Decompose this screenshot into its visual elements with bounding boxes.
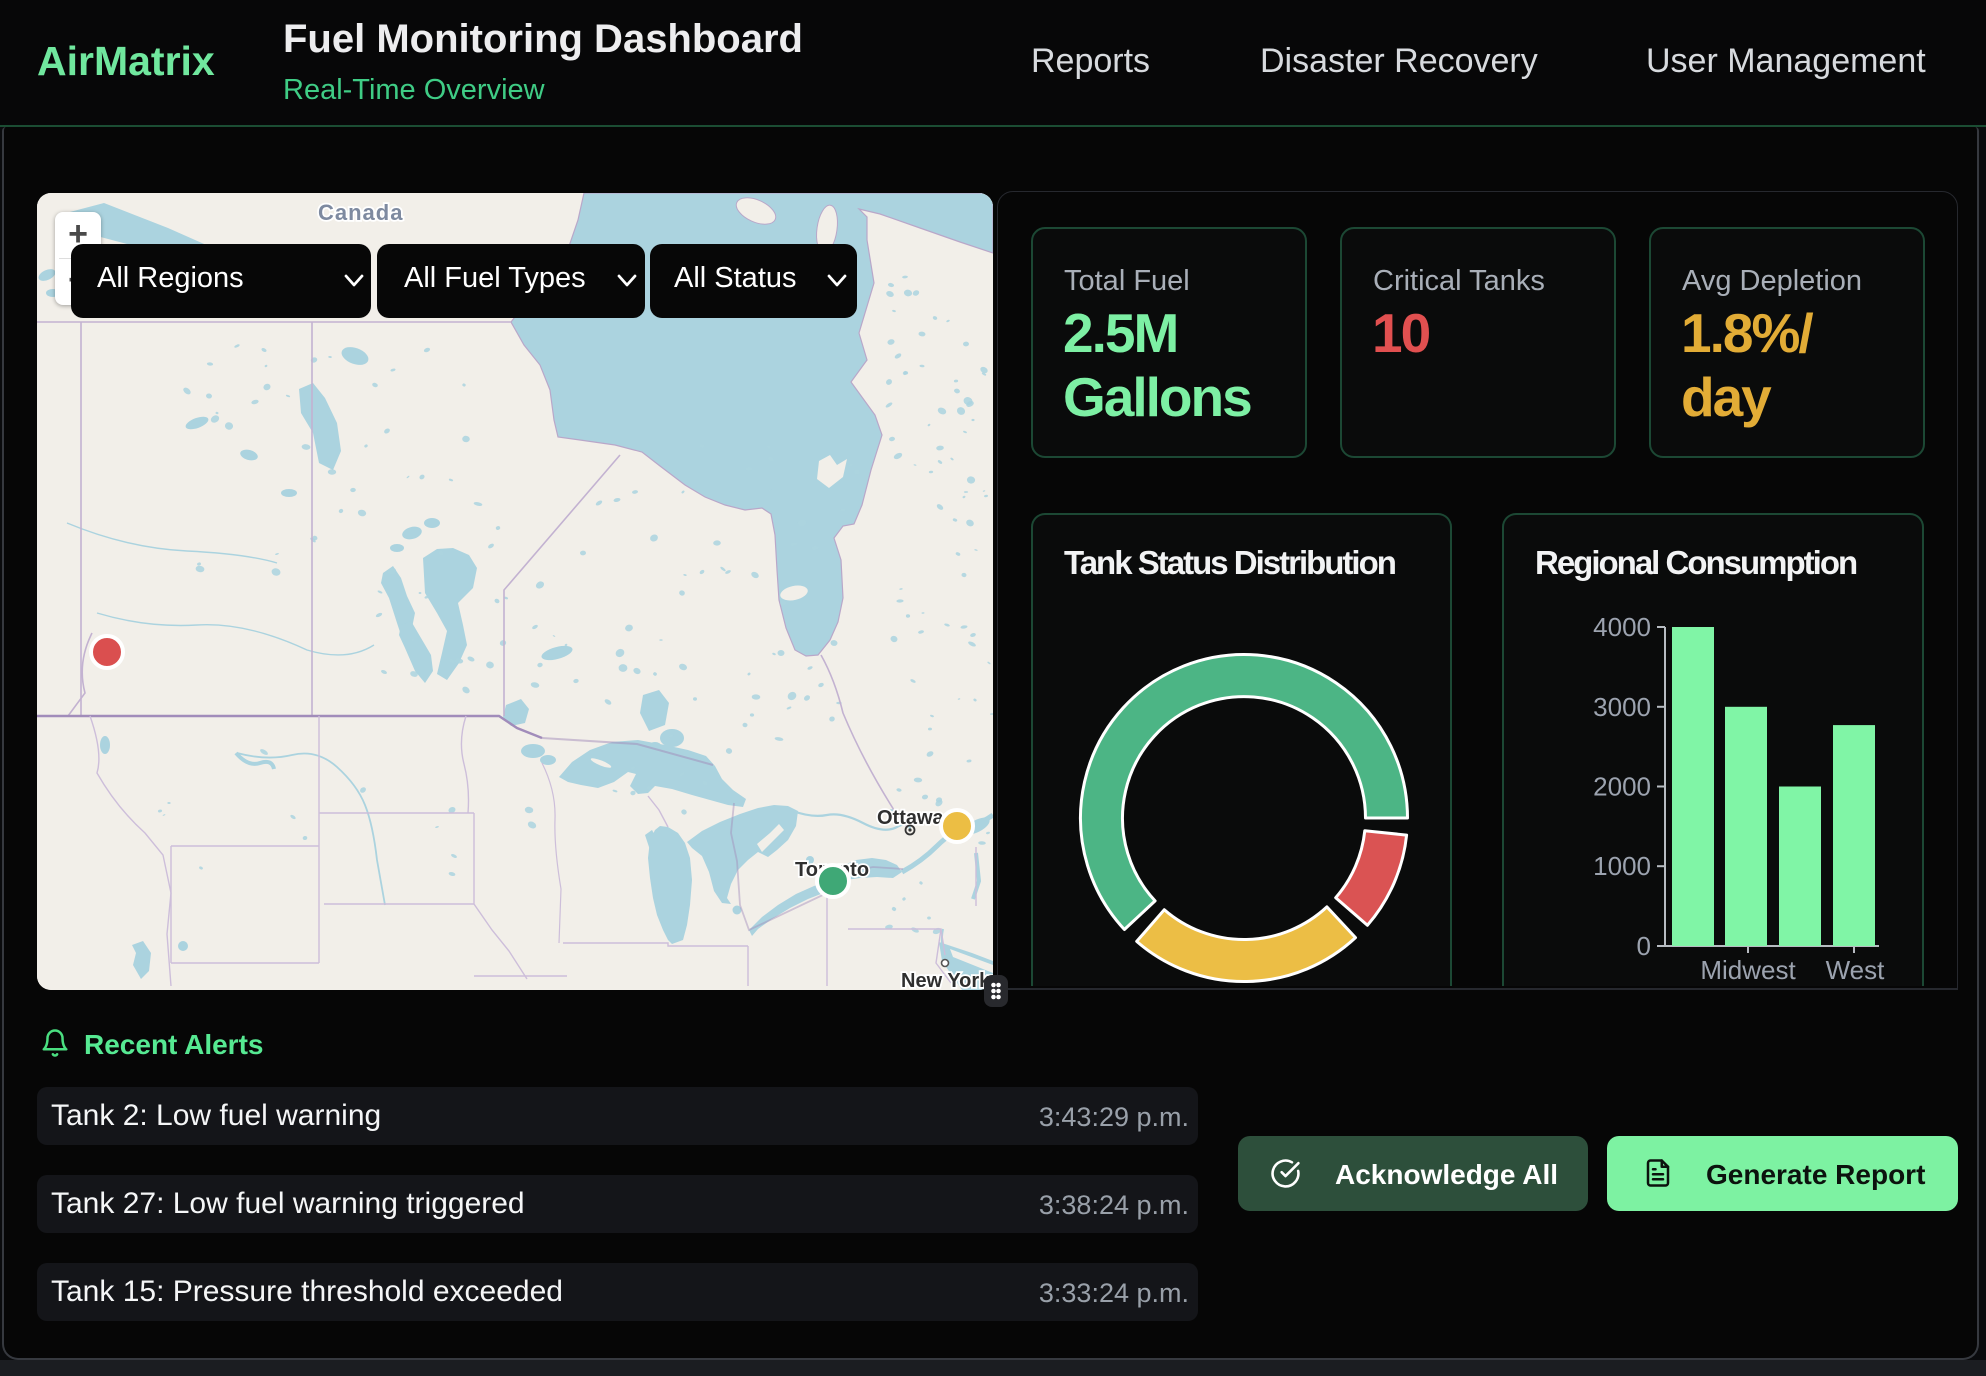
svg-text:4000: 4000 <box>1593 612 1651 642</box>
svg-text:0: 0 <box>1637 931 1651 961</box>
svg-text:Canada: Canada <box>318 200 403 225</box>
svg-text:West: West <box>1826 955 1886 985</box>
svg-text:New York: New York <box>901 970 991 990</box>
svg-text:2000: 2000 <box>1593 772 1651 802</box>
svg-text:3000: 3000 <box>1593 692 1651 722</box>
svg-text:Midwest: Midwest <box>1700 955 1796 985</box>
svg-text:1000: 1000 <box>1593 851 1651 881</box>
